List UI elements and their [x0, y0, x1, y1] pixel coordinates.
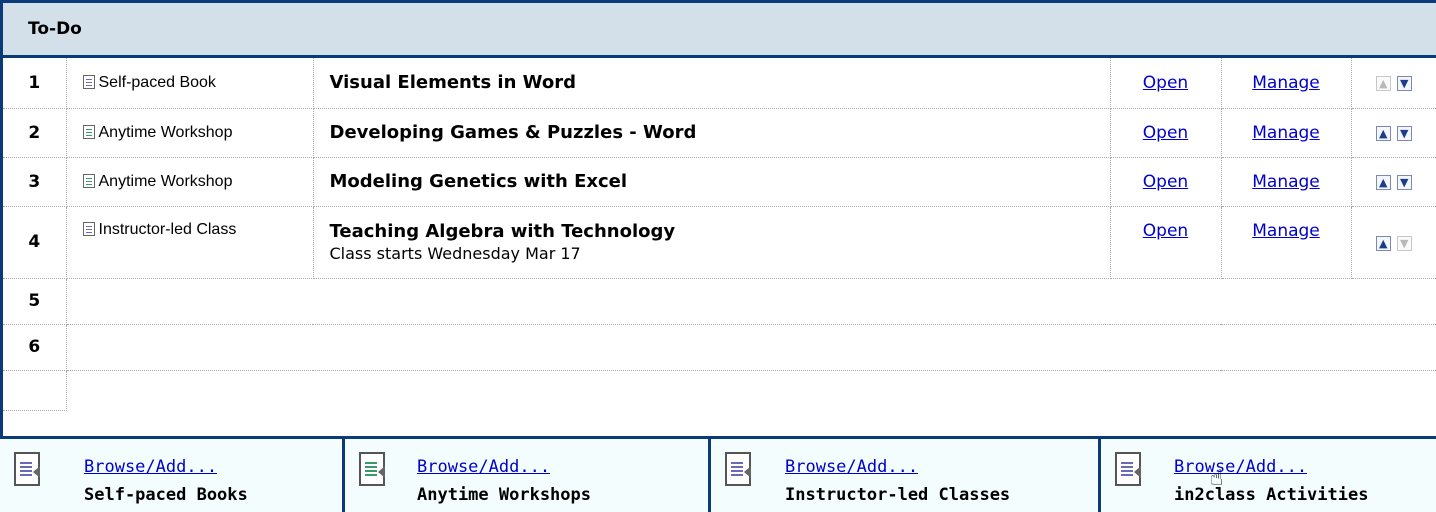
workshop-doc-icon — [82, 124, 95, 139]
manage-cell: Manage — [1221, 206, 1352, 279]
browse-add-link[interactable]: Browse/Add... — [785, 457, 918, 477]
footer-cell-classes: Browse/Add... Instructor-led Classes — [711, 439, 1101, 512]
activity-type: Anytime Workshop — [66, 108, 314, 158]
category-label: Anytime Workshops — [417, 485, 591, 505]
browse-add-link[interactable]: Browse/Add... — [417, 457, 550, 477]
reorder-cell: ▲ ▼ — [1351, 108, 1436, 158]
browse-add-link[interactable]: Browse/Add... — [84, 457, 217, 477]
manage-cell: Manage — [1221, 58, 1352, 109]
empty-slot — [66, 370, 1436, 410]
table-row: 2 Anytime Workshop Developing Games & Pu… — [3, 108, 1436, 158]
activity-type: Self-paced Book — [66, 58, 314, 109]
book-doc-icon — [82, 74, 95, 89]
table-row: 4 Instructor-led Class Teaching Algebra … — [3, 206, 1436, 279]
book-doc-icon — [14, 452, 40, 486]
move-up-icon[interactable]: ▲ — [1375, 175, 1391, 190]
activity-doc-icon — [1115, 452, 1141, 486]
activity-type: Anytime Workshop — [66, 157, 314, 207]
move-up-icon[interactable]: ▲ — [1375, 126, 1391, 141]
activity-type-label: Anytime Workshop — [98, 123, 233, 141]
move-up-icon[interactable]: ▲ — [1375, 235, 1391, 251]
category-label: in2class Activities — [1174, 485, 1369, 505]
reorder-cell: ▲ ▼ — [1351, 157, 1436, 207]
move-up-icon: ▲ — [1375, 76, 1391, 92]
open-cell: Open — [1110, 108, 1222, 158]
row-number: 5 — [3, 278, 67, 325]
empty-slot — [66, 278, 1436, 325]
workshop-doc-icon — [359, 452, 385, 486]
activity-title-cell: Modeling Genetics with Excel — [313, 157, 1111, 207]
open-link[interactable]: Open — [1143, 123, 1188, 143]
row-number-empty — [3, 370, 67, 411]
activity-subtitle: Class starts Wednesday Mar 17 — [329, 243, 581, 263]
open-link[interactable]: Open — [1143, 221, 1188, 241]
class-doc-icon — [82, 221, 95, 236]
activity-title: Visual Elements in Word — [329, 72, 577, 94]
move-down-icon[interactable]: ▼ — [1396, 175, 1412, 190]
open-cell: Open — [1110, 157, 1222, 207]
row-number: 1 — [3, 58, 67, 109]
manage-cell: Manage — [1221, 108, 1352, 158]
workshop-doc-icon — [82, 173, 95, 188]
activity-type-label: Self-paced Book — [98, 73, 216, 91]
activity-title-cell: Developing Games & Puzzles - Word — [313, 108, 1111, 158]
table-row — [3, 370, 1436, 411]
footer-cell-activities: Browse/Add... in2class Activities — [1101, 439, 1436, 512]
reorder-cell: ▲ ▼ — [1351, 58, 1436, 109]
footer-cell-workshops: Browse/Add... Anytime Workshops — [345, 439, 711, 512]
category-label: Instructor-led Classes — [785, 485, 1011, 505]
table-row: 1 Self-paced Book Visual Elements in Wor… — [3, 58, 1436, 109]
manage-cell: Manage — [1221, 157, 1352, 207]
open-link[interactable]: Open — [1143, 172, 1188, 192]
hand-cursor-icon: ☝ — [1210, 466, 1224, 491]
activity-type-label: Anytime Workshop — [98, 172, 233, 190]
manage-link[interactable]: Manage — [1252, 172, 1320, 192]
table-row: 3 Anytime Workshop Modeling Genetics wit… — [3, 157, 1436, 207]
category-label: Self-paced Books — [84, 485, 248, 505]
open-link[interactable]: Open — [1143, 73, 1188, 93]
manage-link[interactable]: Manage — [1252, 73, 1320, 93]
move-down-icon[interactable]: ▼ — [1396, 76, 1412, 92]
todo-table: 1 Self-paced Book Visual Elements in Wor… — [3, 58, 1436, 411]
activity-title: Teaching Algebra with Technology — [329, 220, 676, 242]
activity-title: Developing Games & Puzzles - Word — [329, 122, 697, 143]
manage-link[interactable]: Manage — [1252, 221, 1320, 241]
activity-title: Modeling Genetics with Excel — [329, 171, 628, 192]
move-down-icon[interactable]: ▼ — [1396, 126, 1412, 141]
reorder-cell: ▲ ▼ — [1351, 206, 1436, 279]
move-down-icon: ▼ — [1396, 235, 1412, 251]
panel-title: To-Do — [3, 3, 1436, 58]
class-doc-icon — [725, 452, 751, 486]
open-cell: Open — [1110, 58, 1222, 109]
footer-cell-books: Browse/Add... Self-paced Books — [0, 439, 345, 512]
row-number: 3 — [3, 157, 67, 207]
open-cell: Open — [1110, 206, 1222, 279]
table-row: 6 — [3, 324, 1436, 371]
empty-slot — [66, 324, 1436, 371]
table-row: 5 — [3, 278, 1436, 325]
row-number: 4 — [3, 206, 67, 279]
activity-title-cell: Teaching Algebra with Technology Class st… — [313, 206, 1111, 279]
activity-title-cell: Visual Elements in Word — [313, 58, 1111, 109]
browse-add-link[interactable]: Browse/Add... — [1174, 457, 1307, 477]
row-number: 6 — [3, 324, 67, 371]
activity-type-label: Instructor-led Class — [98, 220, 237, 238]
row-number: 2 — [3, 108, 67, 158]
activity-type: Instructor-led Class — [66, 206, 314, 279]
manage-link[interactable]: Manage — [1252, 123, 1320, 143]
